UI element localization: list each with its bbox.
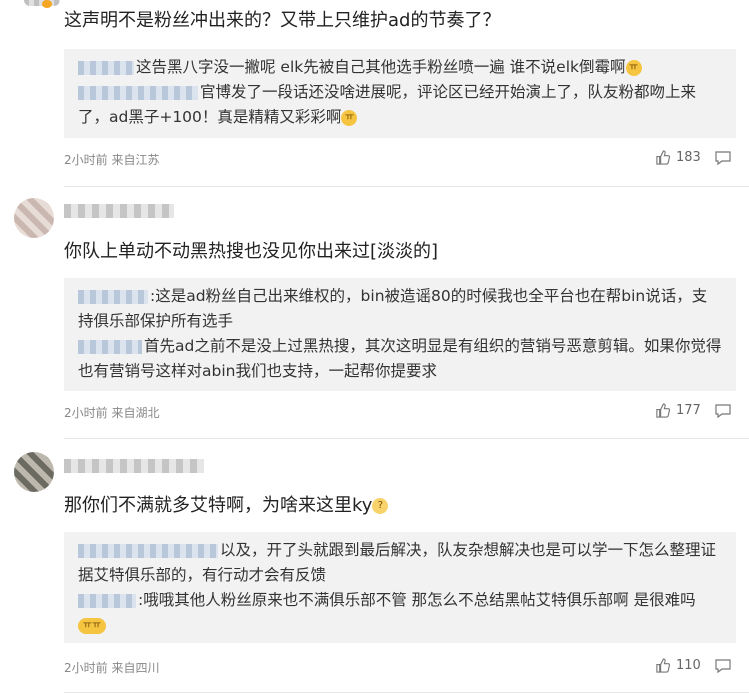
reply-box[interactable]: 以及，开了头就跟到最后解决，队友杂想解决也是可以学一下怎么整理证据艾特俱乐部的，… — [64, 532, 736, 643]
verified-badge-icon — [42, 0, 52, 8]
comment-text-content: 那你们不满就多艾特啊，为啥来这里ky — [64, 495, 373, 516]
reply-item[interactable]: :哦哦其他人粉丝原来也不满俱乐部不管 那怎么不总结黑帖艾特俱乐部啊 是很难吗ㅠㅠ — [78, 588, 722, 638]
comment-bubble-icon[interactable] — [714, 403, 732, 419]
comment-meta: 2小时前 来自湖北 — [64, 406, 160, 420]
like-button[interactable]: 183 — [655, 150, 701, 165]
like-count: 177 — [676, 403, 701, 418]
reply-username[interactable] — [78, 60, 134, 75]
reply-item[interactable]: 这告黑八字没一撇呢 elk先被自己其他选手粉丝喷一遍 谁不说elk倒霉啊ㅠ — [78, 55, 722, 80]
comment-text: 这声明不是粉丝冲出来的？又带上只维护ad的节奏了？ — [64, 10, 501, 31]
like-button[interactable]: 110 — [655, 658, 701, 673]
reply-box[interactable]: :这是ad粉丝自己出来维权的，bin被造谣80的时候我也全平台也在帮bin说话，… — [64, 278, 736, 391]
reply-item[interactable]: 首先ad之前不是没上过黑热搜，其次这明显是有组织的营销号恶意剪辑。如果你觉得也有… — [78, 334, 722, 384]
thumbs-up-icon — [656, 658, 670, 673]
reply-item[interactable]: 以及，开了头就跟到最后解决，队友杂想解决也是可以学一下怎么整理证据艾特俱乐部的，… — [78, 538, 722, 588]
divider — [64, 438, 749, 439]
comment-meta: 2小时前 来自江苏 — [64, 153, 160, 167]
comment-text: 那你们不满就多艾特啊，为啥来这里ky? — [64, 493, 729, 519]
username[interactable] — [64, 459, 204, 473]
reply-username[interactable] — [78, 593, 136, 608]
divider — [64, 692, 749, 693]
crying-laughing-emoji-icon: ㅠㅠ — [78, 617, 106, 634]
like-count: 110 — [676, 658, 701, 673]
comment-bubble-icon[interactable] — [714, 658, 732, 674]
reply-username[interactable] — [78, 289, 148, 304]
thumbs-up-icon — [656, 403, 670, 418]
reply-item[interactable]: 官博发了一段话还没啥进展呢，评论区已经开始演上了，队友粉都吻上来了，ad黑子+1… — [78, 80, 722, 130]
comment-meta: 2小时前 来自四川 — [64, 661, 160, 675]
reply-text: :哦哦其他人粉丝原来也不满俱乐部不管 那怎么不总结黑帖艾特俱乐部啊 是很难吗 — [138, 591, 696, 609]
reply-text: :这是ad粉丝自己出来维权的，bin被造谣80的时候我也全平台也在帮bin说话，… — [78, 287, 708, 330]
comment-bubble-icon[interactable] — [714, 150, 732, 166]
comment-text: 你队上单动不动黑热搜也没见你出来过[淡淡的] — [64, 241, 439, 262]
reply-text: 首先ad之前不是没上过黑热搜，其次这明显是有组织的营销号恶意剪辑。如果你觉得也有… — [78, 337, 722, 380]
like-button[interactable]: 177 — [655, 403, 701, 418]
like-count: 183 — [676, 150, 701, 165]
thinking-emoji-icon: ? — [372, 498, 389, 514]
facepalm-emoji-icon: ㅠ — [341, 109, 358, 126]
divider — [64, 186, 749, 187]
reply-text: 这告黑八字没一撇呢 elk先被自己其他选手粉丝喷一遍 谁不说elk倒霉啊 — [136, 58, 626, 76]
crying-laughing-emoji-icon: ㅠ — [625, 59, 642, 76]
reply-box[interactable]: 这告黑八字没一撇呢 elk先被自己其他选手粉丝喷一遍 谁不说elk倒霉啊ㅠ 官博… — [64, 49, 736, 138]
reply-item[interactable]: :这是ad粉丝自己出来维权的，bin被造谣80的时候我也全平台也在帮bin说话，… — [78, 284, 722, 334]
reply-username[interactable] — [78, 339, 142, 354]
avatar[interactable] — [14, 452, 54, 492]
reply-username[interactable] — [78, 543, 218, 558]
avatar[interactable] — [14, 198, 54, 238]
reply-username[interactable] — [78, 85, 198, 100]
username[interactable] — [64, 204, 174, 218]
thumbs-up-icon — [656, 150, 670, 165]
